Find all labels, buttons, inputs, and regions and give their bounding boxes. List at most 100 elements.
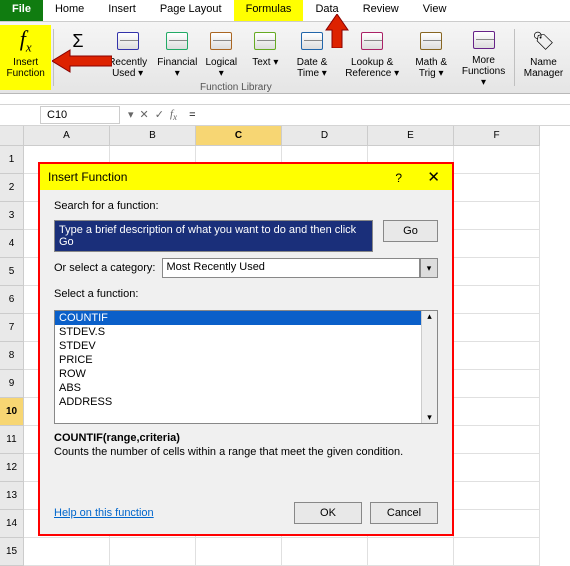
select-function-label: Select a function: — [54, 288, 438, 300]
book-icon — [470, 27, 498, 53]
cancel-button[interactable]: Cancel — [370, 502, 438, 524]
cell[interactable] — [454, 202, 540, 230]
formula-input[interactable]: = — [185, 107, 570, 123]
row-header[interactable]: 5 — [0, 258, 24, 286]
cell[interactable] — [454, 258, 540, 286]
dropdown-icon[interactable]: ▾ — [128, 108, 134, 122]
book-icon — [358, 27, 386, 55]
row-header[interactable]: 9 — [0, 370, 24, 398]
financial-button[interactable]: Financial ▾ — [155, 25, 199, 90]
text-button[interactable]: Text ▾ — [243, 25, 287, 90]
cell[interactable] — [454, 342, 540, 370]
cell[interactable] — [454, 174, 540, 202]
name-box[interactable]: C10 — [40, 106, 120, 124]
row-header[interactable]: 6 — [0, 286, 24, 314]
column-header[interactable]: C — [196, 126, 282, 146]
row-header[interactable]: 10 — [0, 398, 24, 426]
function-signature: COUNTIF(range,criteria) — [54, 432, 180, 444]
tab-insert[interactable]: Insert — [96, 0, 148, 21]
math-button[interactable]: Math & Trig ▾ — [408, 25, 455, 90]
cell[interactable] — [454, 146, 540, 174]
function-listbox[interactable]: COUNTIFSTDEV.SSTDEVPRICEROWABSADDRESS ▴▾ — [54, 310, 438, 424]
cell[interactable] — [196, 538, 282, 566]
insert-function-dialog: Insert Function ? ✕ Search for a functio… — [38, 162, 454, 536]
name-manager-button[interactable]: 🏷 Name Manager — [517, 25, 570, 90]
function-list-item[interactable]: STDEV.S — [55, 325, 421, 339]
cell[interactable] — [24, 538, 110, 566]
row-header[interactable]: 7 — [0, 314, 24, 342]
tab-home[interactable]: Home — [43, 0, 96, 21]
fx-icon[interactable]: fx — [170, 108, 177, 122]
row-header[interactable]: 15 — [0, 538, 24, 566]
column-header[interactable]: A — [24, 126, 110, 146]
row-header[interactable]: 12 — [0, 454, 24, 482]
search-label: Search for a function: — [54, 200, 438, 212]
cell[interactable] — [454, 314, 540, 342]
tab-formulas[interactable]: Formulas — [234, 0, 304, 21]
function-list-item[interactable]: STDEV — [55, 339, 421, 353]
cell[interactable] — [454, 398, 540, 426]
cell[interactable] — [454, 426, 540, 454]
function-list-item[interactable]: PRICE — [55, 353, 421, 367]
column-header[interactable]: D — [282, 126, 368, 146]
dialog-title: Insert Function — [48, 170, 127, 184]
book-icon — [114, 27, 142, 55]
select-all-corner[interactable] — [0, 126, 24, 146]
cancel-icon[interactable]: ✕ — [140, 108, 149, 122]
close-icon[interactable]: ✕ — [423, 169, 444, 186]
category-select[interactable]: Most Recently Used — [162, 258, 421, 278]
scrollbar[interactable]: ▴▾ — [421, 311, 437, 423]
cell[interactable] — [282, 538, 368, 566]
more-functions-button[interactable]: More Functions ▾ — [455, 25, 513, 90]
chevron-down-icon[interactable]: ▾ — [420, 258, 438, 278]
help-link[interactable]: Help on this function — [54, 507, 154, 519]
function-library-label: Function Library — [200, 82, 272, 93]
function-description: Counts the number of cells within a rang… — [54, 446, 438, 458]
cell[interactable] — [454, 286, 540, 314]
column-header[interactable]: B — [110, 126, 196, 146]
function-list-item[interactable]: ROW — [55, 367, 421, 381]
row-header[interactable]: 8 — [0, 342, 24, 370]
book-icon — [207, 27, 235, 55]
cell[interactable] — [368, 538, 454, 566]
cell[interactable] — [454, 538, 540, 566]
insert-function-button[interactable]: fx Insert Function — [0, 25, 51, 90]
row-header[interactable]: 1 — [0, 146, 24, 174]
enter-icon[interactable]: ✓ — [155, 108, 164, 122]
book-icon — [251, 27, 279, 55]
ok-button[interactable]: OK — [294, 502, 362, 524]
row-header[interactable]: 3 — [0, 202, 24, 230]
category-label: Or select a category: — [54, 262, 156, 274]
cell[interactable] — [454, 510, 540, 538]
tab-review[interactable]: Review — [351, 0, 411, 21]
annotation-arrow — [324, 14, 350, 48]
cell[interactable] — [454, 454, 540, 482]
column-header[interactable]: E — [368, 126, 454, 146]
book-icon — [298, 27, 326, 55]
annotation-arrow — [52, 48, 112, 74]
row-header[interactable]: 4 — [0, 230, 24, 258]
tab-file[interactable]: File — [0, 0, 43, 21]
go-button[interactable]: Go — [383, 220, 438, 242]
row-header[interactable]: 14 — [0, 510, 24, 538]
logical-button[interactable]: Logical ▾ — [199, 25, 243, 90]
fx-icon: fx — [12, 27, 40, 55]
book-icon — [417, 27, 445, 55]
column-header[interactable]: F — [454, 126, 540, 146]
function-list-item[interactable]: ABS — [55, 381, 421, 395]
search-input[interactable]: Type a brief description of what you wan… — [54, 220, 373, 252]
tab-view[interactable]: View — [411, 0, 459, 21]
tab-page-layout[interactable]: Page Layout — [148, 0, 234, 21]
help-icon[interactable]: ? — [395, 171, 402, 185]
function-list-item[interactable]: ADDRESS — [55, 395, 421, 409]
row-header[interactable]: 11 — [0, 426, 24, 454]
tag-icon: 🏷 — [529, 27, 557, 55]
cell[interactable] — [454, 370, 540, 398]
cell[interactable] — [110, 538, 196, 566]
cell[interactable] — [454, 230, 540, 258]
row-header[interactable]: 13 — [0, 482, 24, 510]
book-icon — [163, 27, 191, 55]
function-list-item[interactable]: COUNTIF — [55, 311, 421, 325]
cell[interactable] — [454, 482, 540, 510]
row-header[interactable]: 2 — [0, 174, 24, 202]
